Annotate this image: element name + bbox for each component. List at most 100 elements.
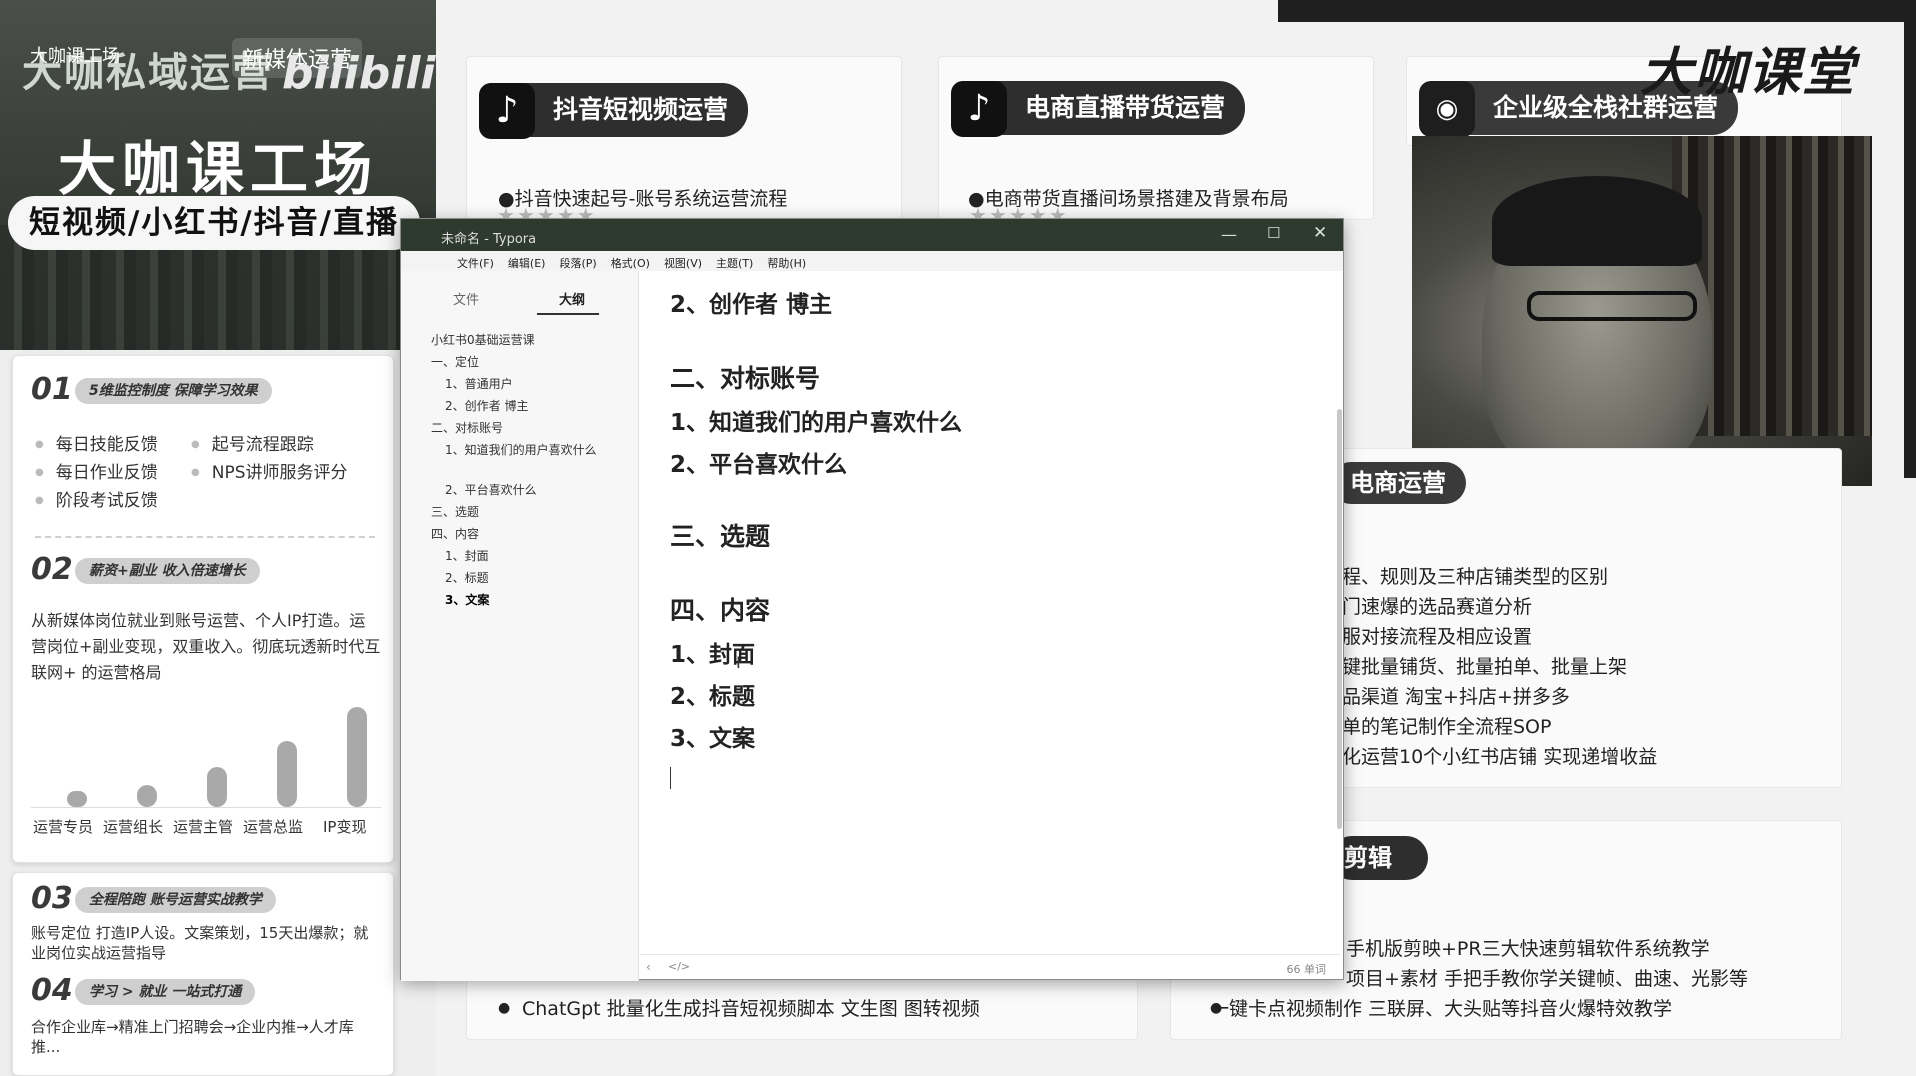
outline-item[interactable]: 小红书0基础运营课 [431,331,535,348]
tab-outline[interactable]: 大纲 [559,289,585,308]
content-line: 1、知道我们的用户喜欢什么 [670,410,963,436]
bullet-dot: ● [498,1000,511,1016]
outline-item[interactable]: 2、平台喜欢什么 [445,481,537,498]
menu-view[interactable]: 视图(V) [664,257,702,270]
bullet-item: 每日技能反馈 [35,430,158,455]
presenter-hair [1492,176,1702,266]
tiktok-icon: ♪ [479,83,535,139]
menu-paragraph[interactable]: 段落(P) [559,257,596,270]
bullet-item: 起号流程跟踪 [191,430,314,455]
webcam-feed [1412,136,1872,486]
content-line: 2、平台喜欢什么 [670,452,848,478]
menu-theme[interactable]: 主题(T) [716,257,753,270]
outline-item[interactable]: 三、选题 [431,503,479,520]
section-title: 剪辑 [1330,836,1428,880]
dark-bar-top [1278,0,1916,22]
bullet-item: 阶段考试反馈 [35,486,158,511]
section-title: 学习 > 就业 一站式打通 [75,979,256,1005]
word-count[interactable]: 66 单词 [1287,961,1327,977]
sidebar: 文件 大纲 小红书0基础运营课 一、定位 1、普通用户 2、创作者 博主 二、对… [401,271,639,981]
content-heading: 四、内容 [670,596,771,625]
sub-brand-text: 大咖课工场 [30,46,120,67]
screen: 大咖私域运营 大咖课工场 新媒体运营 bilibili 大咖课工场 短视频/小红… [0,0,1916,1076]
outline-item[interactable]: 2、创作者 博主 [445,397,528,414]
outline-item[interactable]: 1、知道我们的用户喜欢什么 [445,441,615,458]
list-item: ChatGpt 批量化生成抖音短视频脚本 文生图 图转视频 [522,998,980,1020]
menu-help[interactable]: 帮助(H) [767,257,806,270]
divider [35,536,375,538]
close-icon[interactable]: ✕ [1313,223,1327,243]
section-title: 5维监控制度 保障学习效果 [75,378,272,404]
window-title: 未命名 - Typora [441,232,537,247]
features-card: 01 5维监控制度 保障学习效果 每日技能反馈 起号流程跟踪 每日作业反馈 NP… [12,355,394,863]
list-item: 品渠道 淘宝+抖店+拼多多 [1342,686,1570,708]
section-text: 从新媒体岗位就业到账号运营、个人IP打造。运营岗位+副业变现，双重收入。彻底玩透… [31,611,381,682]
content-heading: 三、选题 [670,522,771,551]
chart-bar [347,707,367,807]
source-mode-icon[interactable]: </> [668,960,690,973]
list-item: 一键卡点视频制作 三联屏、大头贴等抖音火爆特效教学 [1210,998,1673,1020]
section-number: 03 [31,881,73,916]
chart-label: 运营主管 [173,818,234,836]
card-item: ●电商带货直播间场景搭建及背景布局 [968,188,1289,210]
features-card-2: 03 全程陪跑 账号运营实战教学 账号定位 打造IP人设。文案策划，15天出爆款… [12,872,394,1076]
menu-file[interactable]: 文件(F) [457,257,494,270]
presenter-glasses [1527,291,1697,321]
chart-label: 运营专员 [33,818,94,836]
wechat-icon: ◉ [1419,81,1475,137]
bullet-dot: ● [1210,1000,1223,1016]
menu-edit[interactable]: 编辑(E) [508,257,546,270]
text-cursor [670,767,671,789]
ibeam-cursor-icon: I [736,653,741,672]
maximize-icon[interactable]: ☐ [1267,224,1280,242]
list-item: 单的笔记制作全流程SOP [1342,716,1552,738]
title-bar[interactable]: 未命名 - Typora — ☐ ✕ [401,219,1343,251]
list-item: 手机版剪映+PR三大快速剪辑软件系统教学 [1346,938,1710,960]
outline-item[interactable]: 四、内容 [431,525,479,542]
section-number: 02 [31,552,73,587]
minimize-icon[interactable]: — [1221,225,1237,244]
status-bar: ‹ </> 66 单词 [640,954,1340,980]
outline-item[interactable]: 1、普通用户 [445,375,513,392]
tiktok-icon: ♪ [951,81,1007,137]
section-title: 薪资+副业 收入倍速增长 [75,558,260,584]
outline-item-active[interactable]: 3、文案 [445,591,489,608]
outline-item[interactable]: 二、对标账号 [431,419,503,436]
section-title: 全程陪跑 账号运营实战教学 [75,887,276,913]
brand-logo: 大咖课堂 [1640,43,1857,103]
card-item: ●抖音快速起号-账号系统运营流程 [498,188,788,210]
section-text: 合作企业库→精准上门招聘会→企业内推→人才库推... [31,1018,354,1056]
dark-bar-right [1904,22,1916,478]
outline-item[interactable]: 2、标题 [445,569,489,586]
career-chart [31,698,381,808]
menu-format[interactable]: 格式(O) [611,257,650,270]
section-title: 电商运营 [1330,462,1466,504]
content-line: 2、标题 [670,684,756,710]
content-line: 1、封面 [670,642,756,668]
outline-item[interactable]: 一、定位 [431,353,479,370]
outline-item[interactable]: 1、封面 [445,547,489,564]
bullet-item: 每日作业反馈 [35,458,158,483]
scrollbar[interactable] [1337,409,1342,829]
chart-label: 运营组长 [103,818,164,836]
section-number: 01 [31,372,73,407]
typora-window[interactable]: 未命名 - Typora — ☐ ✕ 文件(F) 编辑(E) 段落(P) 格式(O) 视… [400,218,1344,981]
list-item: 键批量铺货、批量拍单、批量上架 [1342,656,1628,678]
content-line: 2、创作者 博主 [670,292,833,318]
chart-bar [137,785,157,807]
tab-files[interactable]: 文件 [453,289,479,308]
bilibili-logo: bilibili [282,48,436,99]
chart-label: IP变现 [323,818,367,836]
back-icon[interactable]: ‹ [646,960,651,974]
active-tab-indicator [537,313,599,315]
left-promo-panel: 大咖私域运营 大咖课工场 新媒体运营 bilibili 大咖课工场 短视频/小红… [0,0,436,1076]
chart-bar [67,791,87,807]
section-text: 账号定位 打造IP人设。文案策划，15天出爆款；就业岗位实战运营指导 [31,924,369,962]
section-number: 04 [31,973,73,1008]
chart-bar [277,741,297,807]
list-item: 化运营10个小红书店铺 实现递增收益 [1342,746,1658,768]
editor-area[interactable]: 2、创作者 博主 二、对标账号 1、知道我们的用户喜欢什么 2、平台喜欢什么 三… [640,271,1340,961]
left-banner: 大咖私域运营 大咖课工场 新媒体运营 bilibili 大咖课工场 短视频/小红… [0,0,436,350]
tags-pill: 短视频/小红书/抖音/直播 [8,196,420,250]
list-item: 项目+素材 手把手教你学关键帧、曲速、光影等 [1346,968,1748,990]
